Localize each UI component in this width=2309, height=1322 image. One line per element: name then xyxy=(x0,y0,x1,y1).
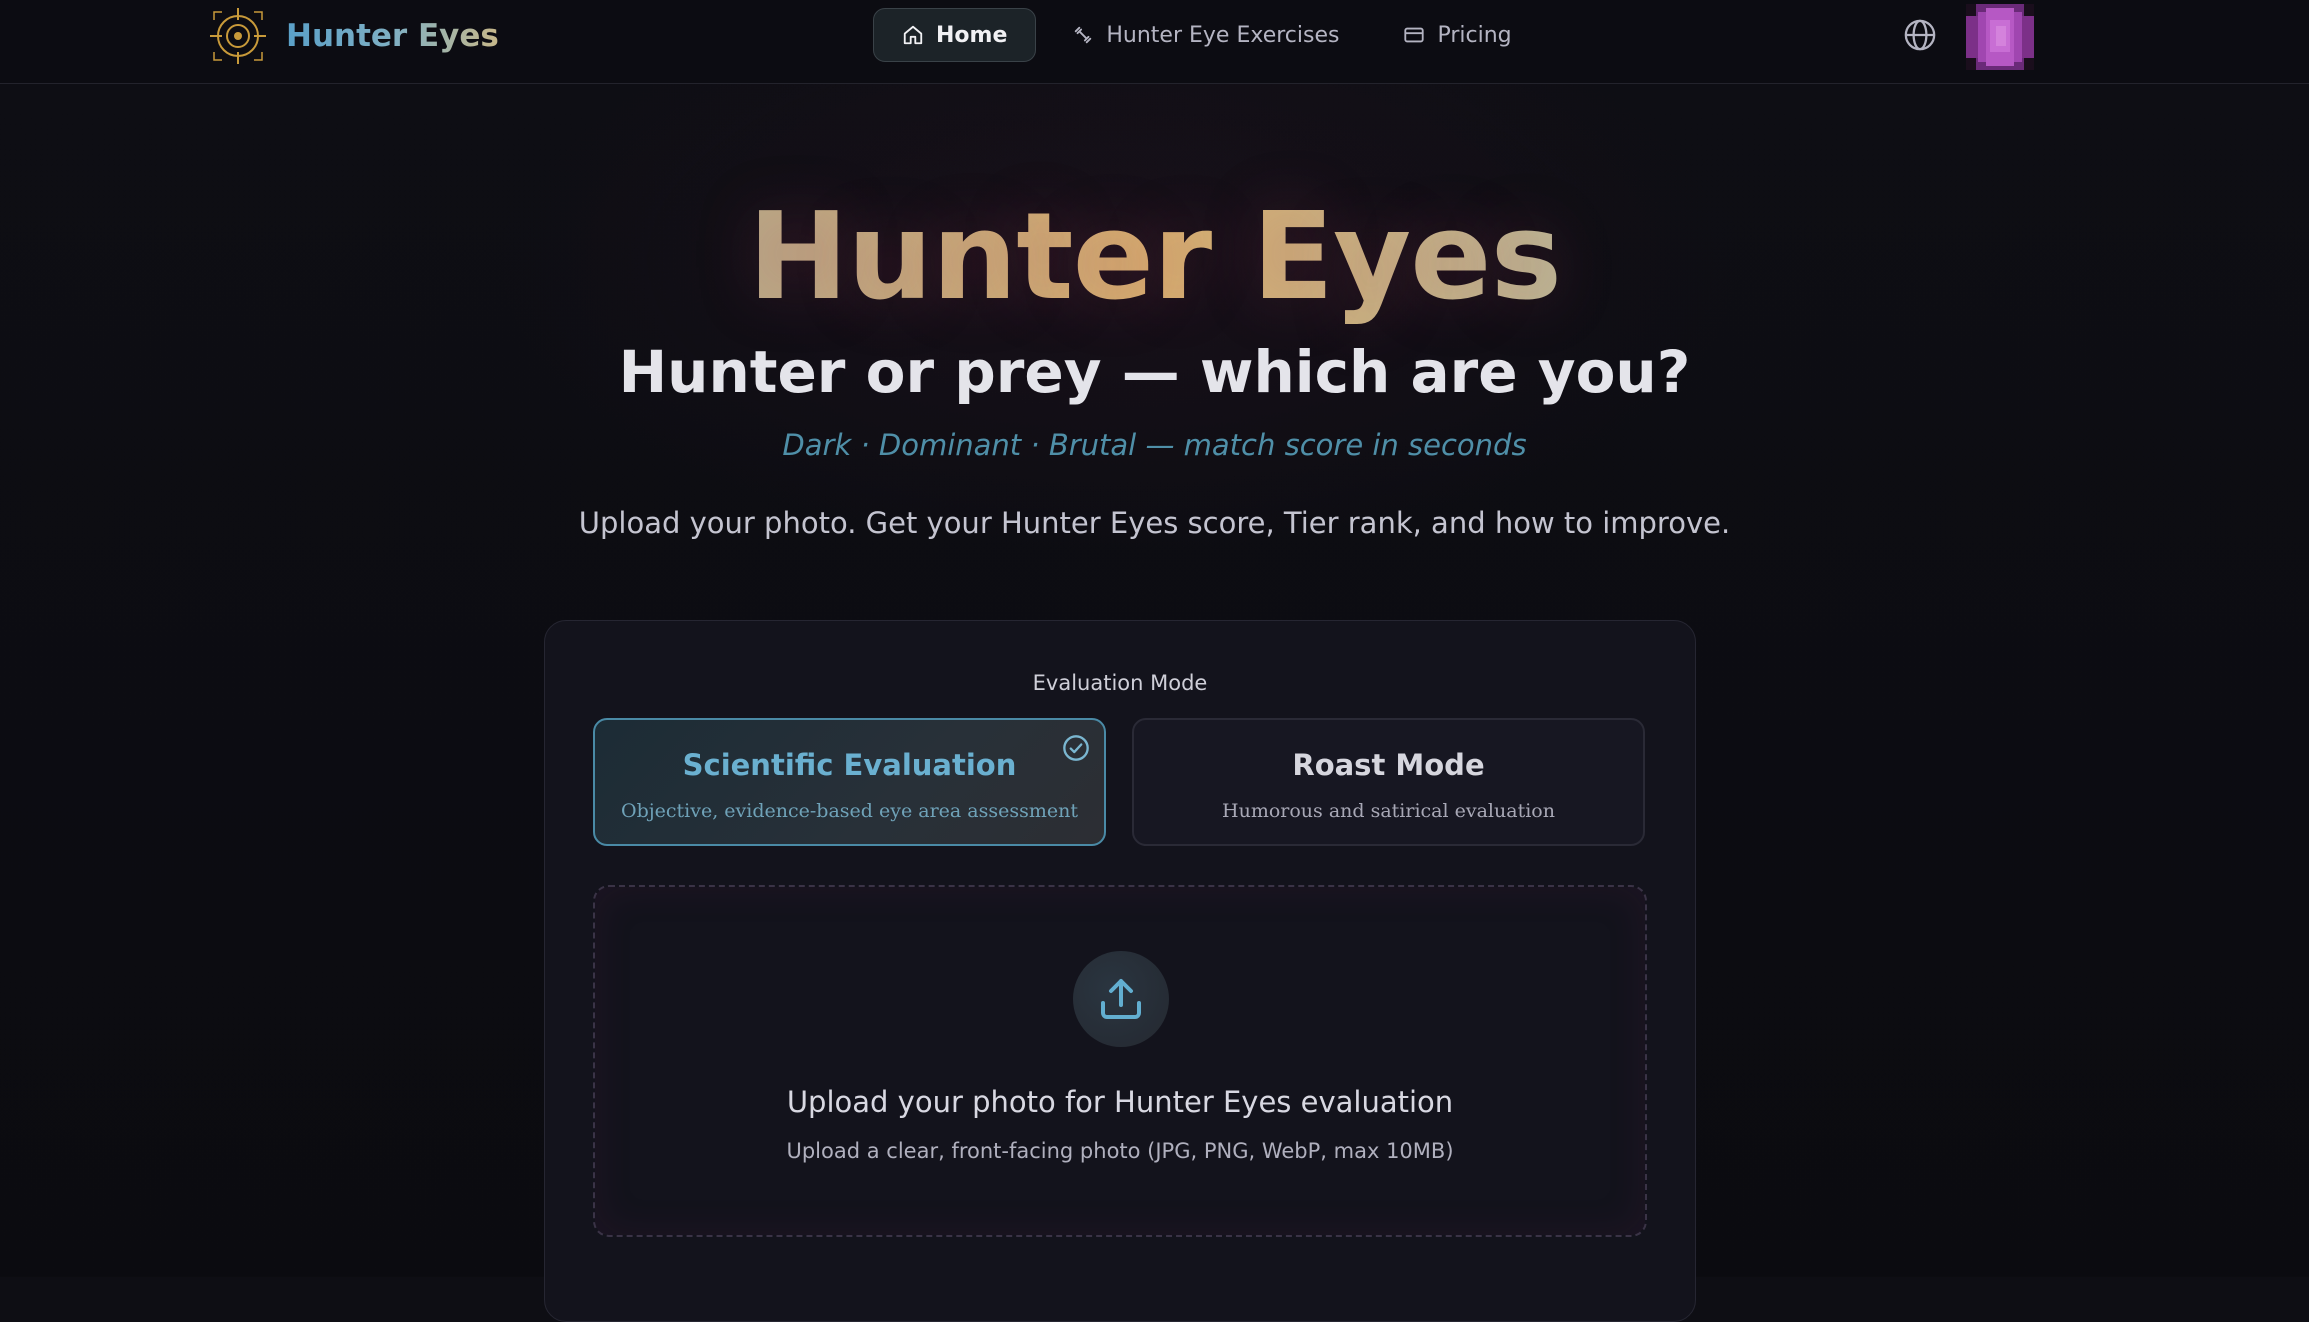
card-icon xyxy=(1404,27,1425,43)
brand-link[interactable]: Hunter Eyes xyxy=(208,6,499,66)
upload-button[interactable] xyxy=(1073,951,1169,1047)
nav-pricing-label: Pricing xyxy=(1437,22,1512,48)
photo-dropzone[interactable]: Upload your photo for Hunter Eyes evalua… xyxy=(593,885,1647,1237)
brand-name: Hunter Eyes xyxy=(286,18,499,54)
nav-home-label: Home xyxy=(936,22,1008,48)
home-icon xyxy=(903,25,923,45)
nav-home[interactable]: Home xyxy=(873,8,1037,62)
hero-description: Upload your photo. Get your Hunter Eyes … xyxy=(578,506,1731,540)
main-nav: Home Hunter Eye Exercises Pricing xyxy=(873,7,1540,63)
hero-tagline: Dark · Dominant · Brutal — match score i… xyxy=(782,428,1527,462)
nav-exercises-label: Hunter Eye Exercises xyxy=(1106,22,1340,48)
evaluation-mode-label: Evaluation Mode xyxy=(1032,671,1208,695)
nav-exercises[interactable]: Hunter Eye Exercises xyxy=(1044,8,1367,62)
crosshair-logo-icon xyxy=(210,8,266,64)
top-navbar: Hunter Eyes Home Hunter Eye Exercises Pr… xyxy=(0,0,2309,84)
upload-title: Upload your photo for Hunter Eyes evalua… xyxy=(786,1085,1454,1119)
hero-title: Hunter Eyes xyxy=(0,188,2309,327)
upload-icon xyxy=(1101,979,1141,1019)
evaluation-card: Evaluation Mode Scientific Evaluation Ob… xyxy=(544,620,1696,1322)
roast-mode-title: Roast Mode xyxy=(1292,748,1485,782)
hero-subtitle: Hunter or prey — which are you? xyxy=(618,338,1691,406)
nav-pricing[interactable]: Pricing xyxy=(1375,8,1539,62)
scientific-mode-title: Scientific Evaluation xyxy=(682,748,1017,782)
avatar[interactable] xyxy=(1966,4,2034,70)
globe-icon[interactable] xyxy=(1903,18,1937,52)
scientific-mode-description: Objective, evidence-based eye area asses… xyxy=(621,800,1078,822)
scientific-mode-button[interactable]: Scientific Evaluation Objective, evidenc… xyxy=(593,718,1106,846)
exercise-icon xyxy=(1075,26,1092,44)
upload-hint: Upload a clear, front-facing photo (JPG,… xyxy=(786,1139,1454,1163)
roast-mode-button[interactable]: Roast Mode Humorous and satirical evalua… xyxy=(1132,718,1645,846)
roast-mode-description: Humorous and satirical evaluation xyxy=(1222,800,1555,822)
